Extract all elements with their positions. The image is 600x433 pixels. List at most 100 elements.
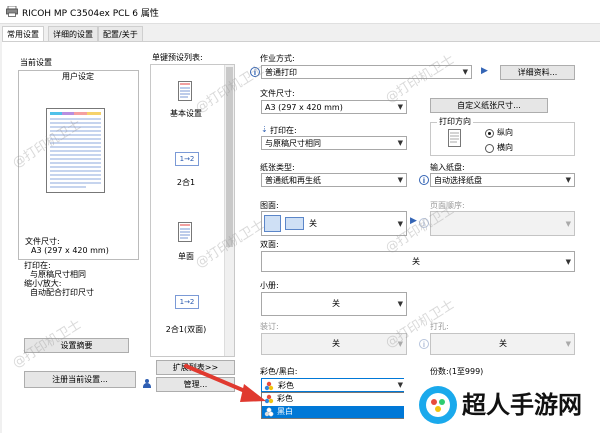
color-mode-select[interactable]: 彩色 ▼ [261, 378, 407, 392]
color-option-label: 黑白 [277, 407, 293, 416]
chevron-down-icon: ▼ [565, 176, 571, 184]
current-settings-label: 当前设置 [20, 58, 52, 67]
booklet-label: 小册: [260, 281, 279, 290]
duplex-value: 关 [309, 219, 317, 228]
print-on-label: 打印在: [270, 126, 297, 135]
document-icon [178, 81, 192, 101]
booklet-value: 关 [332, 299, 340, 308]
orientation-option-label: 横向 [497, 143, 513, 152]
site-logo-overlay: 超人手游网 [404, 376, 600, 433]
settings-summary-button[interactable]: 设置摘要 [24, 338, 129, 353]
site-logo-icon [419, 386, 457, 424]
staple-label: 装订: [260, 322, 279, 331]
page-order-select: ▼ [430, 211, 575, 236]
preset-item-2in1-duplex[interactable]: 1→2 2合1(双面) [151, 293, 221, 343]
chevron-down-icon: ▼ [397, 300, 403, 308]
double-sided-label: 双面: [260, 240, 279, 249]
print-on-select[interactable]: 与原稿尺寸相同 ▼ [261, 136, 407, 150]
preset-item-basic[interactable]: 基本设置 [151, 79, 221, 129]
color-option-label: 彩色 [277, 394, 293, 403]
job-type-select[interactable]: 普通打印 ▼ [261, 65, 472, 79]
color-mode-value: 彩色 [278, 381, 294, 390]
chevron-down-icon: ▼ [397, 176, 403, 184]
two-in-one-duplex-icon: 1→2 [175, 295, 199, 309]
portrait-page-icon [448, 129, 461, 147]
page-order-label: 页面顺序: [430, 201, 465, 210]
page-preview [46, 108, 105, 193]
orientation-label: 打印方向 [437, 117, 473, 127]
info-icon[interactable]: i [419, 175, 429, 185]
play-arrow-icon: ▶ [481, 66, 488, 76]
punch-value: 关 [499, 339, 507, 348]
job-type-value: 普通打印 [265, 68, 297, 77]
down-arrow-icon: ⇣ [261, 125, 268, 134]
paper-type-value: 普通纸和再生纸 [265, 176, 321, 185]
double-sided-select[interactable]: 关 ▼ [261, 251, 575, 272]
document-icon [178, 222, 192, 242]
input-tray-select[interactable]: 自动选择纸盘 ▼ [430, 173, 575, 187]
paper-type-select[interactable]: 普通纸和再生纸 ▼ [261, 173, 407, 187]
chevron-down-icon: ▼ [397, 381, 403, 389]
preset-list-label: 单键预设列表: [152, 53, 203, 62]
orientation-option-label: 纵向 [497, 128, 513, 137]
play-arrow-icon: ▶ [410, 216, 417, 226]
info-icon: i [419, 339, 429, 349]
summary-line-2: A3 (297 x 420 mm) [31, 246, 109, 255]
print-on-value: 与原稿尺寸相同 [265, 139, 321, 148]
preset-label: 基本设置 [170, 109, 202, 118]
preset-label: 2合1 [176, 178, 196, 187]
info-icon: i [419, 218, 429, 228]
scrollbar-thumb[interactable] [226, 67, 233, 247]
input-tray-value: 自动选择纸盘 [434, 176, 482, 185]
preset-label: 单面 [178, 252, 194, 261]
punch-select: 关 ▼ [430, 333, 575, 355]
chevron-down-icon: ▼ [397, 139, 403, 147]
chevron-down-icon: ▼ [462, 68, 468, 76]
duplex-select[interactable]: 关 ▼ [261, 211, 407, 236]
title-bar: RICOH MP C3504ex PCL 6 属性 [0, 0, 600, 24]
chevron-down-icon: ▼ [397, 340, 403, 348]
custom-paper-size-button[interactable]: 自定义纸张尺寸... [430, 98, 548, 113]
annotation-arrow-icon [184, 364, 266, 402]
chevron-down-icon: ▼ [565, 258, 571, 266]
register-current-settings-button[interactable]: 注册当前设置... [24, 371, 136, 388]
color-mode-dropdown-list[interactable]: 彩色 黑白 [261, 392, 407, 419]
chevron-down-icon: ▼ [565, 340, 571, 348]
staple-value: 关 [332, 339, 340, 348]
page-layout-icon [285, 217, 304, 230]
details-button[interactable]: 详细资料... [500, 65, 575, 80]
chevron-down-icon: ▼ [397, 103, 403, 111]
printer-icon [6, 6, 18, 17]
input-tray-label: 输入纸盘: [430, 163, 465, 172]
paper-size-value: A3 (297 x 420 mm) [265, 103, 343, 112]
preset-label: 2合1(双面) [165, 325, 207, 334]
window-title: RICOH MP C3504ex PCL 6 属性 [22, 9, 159, 19]
paper-size-select[interactable]: A3 (297 x 420 mm) ▼ [261, 100, 407, 114]
preset-item-simplex[interactable]: 单面 [151, 220, 221, 270]
paper-type-label: 纸张类型: [260, 163, 295, 172]
summary-line-6: 自动配合打印尺寸 [30, 288, 94, 297]
user-icon [143, 379, 151, 388]
preset-scrollbar[interactable] [224, 65, 234, 356]
preset-item-2in1[interactable]: 1→2 2合1 [151, 150, 221, 200]
preset-list[interactable]: 基本设置 1→2 2合1 单面 1→2 2合1(双面) [150, 64, 235, 357]
chevron-down-icon: ▼ [397, 220, 403, 228]
site-logo-text: 超人手游网 [462, 391, 582, 419]
orientation-portrait-radio[interactable] [485, 129, 494, 138]
booklet-select[interactable]: 关 ▼ [261, 292, 407, 316]
staple-select: 关 ▼ [261, 333, 407, 355]
color-option-color[interactable]: 彩色 [262, 393, 406, 405]
orientation-group: 打印方向 纵向 横向 [430, 117, 575, 156]
chevron-down-icon: ▼ [565, 220, 571, 228]
user-setting-label: 用户设定 [62, 72, 94, 81]
settings-panel: 当前设置 用户设定 文件尺寸: A3 (297 x 420 mm) 打印在: 与… [2, 41, 600, 433]
page-layout-icon [264, 215, 281, 232]
orientation-landscape-radio[interactable] [485, 144, 494, 153]
color-option-bw[interactable]: 黑白 [262, 406, 406, 418]
punch-label: 打孔: [430, 322, 449, 331]
paper-size-label: 文件尺寸: [260, 89, 295, 98]
info-icon[interactable]: i [250, 67, 260, 77]
two-in-one-icon: 1→2 [175, 152, 199, 166]
preview-frame: 用户设定 文件尺寸: A3 (297 x 420 mm) [18, 70, 139, 260]
job-type-label: 作业方式: [260, 54, 295, 63]
